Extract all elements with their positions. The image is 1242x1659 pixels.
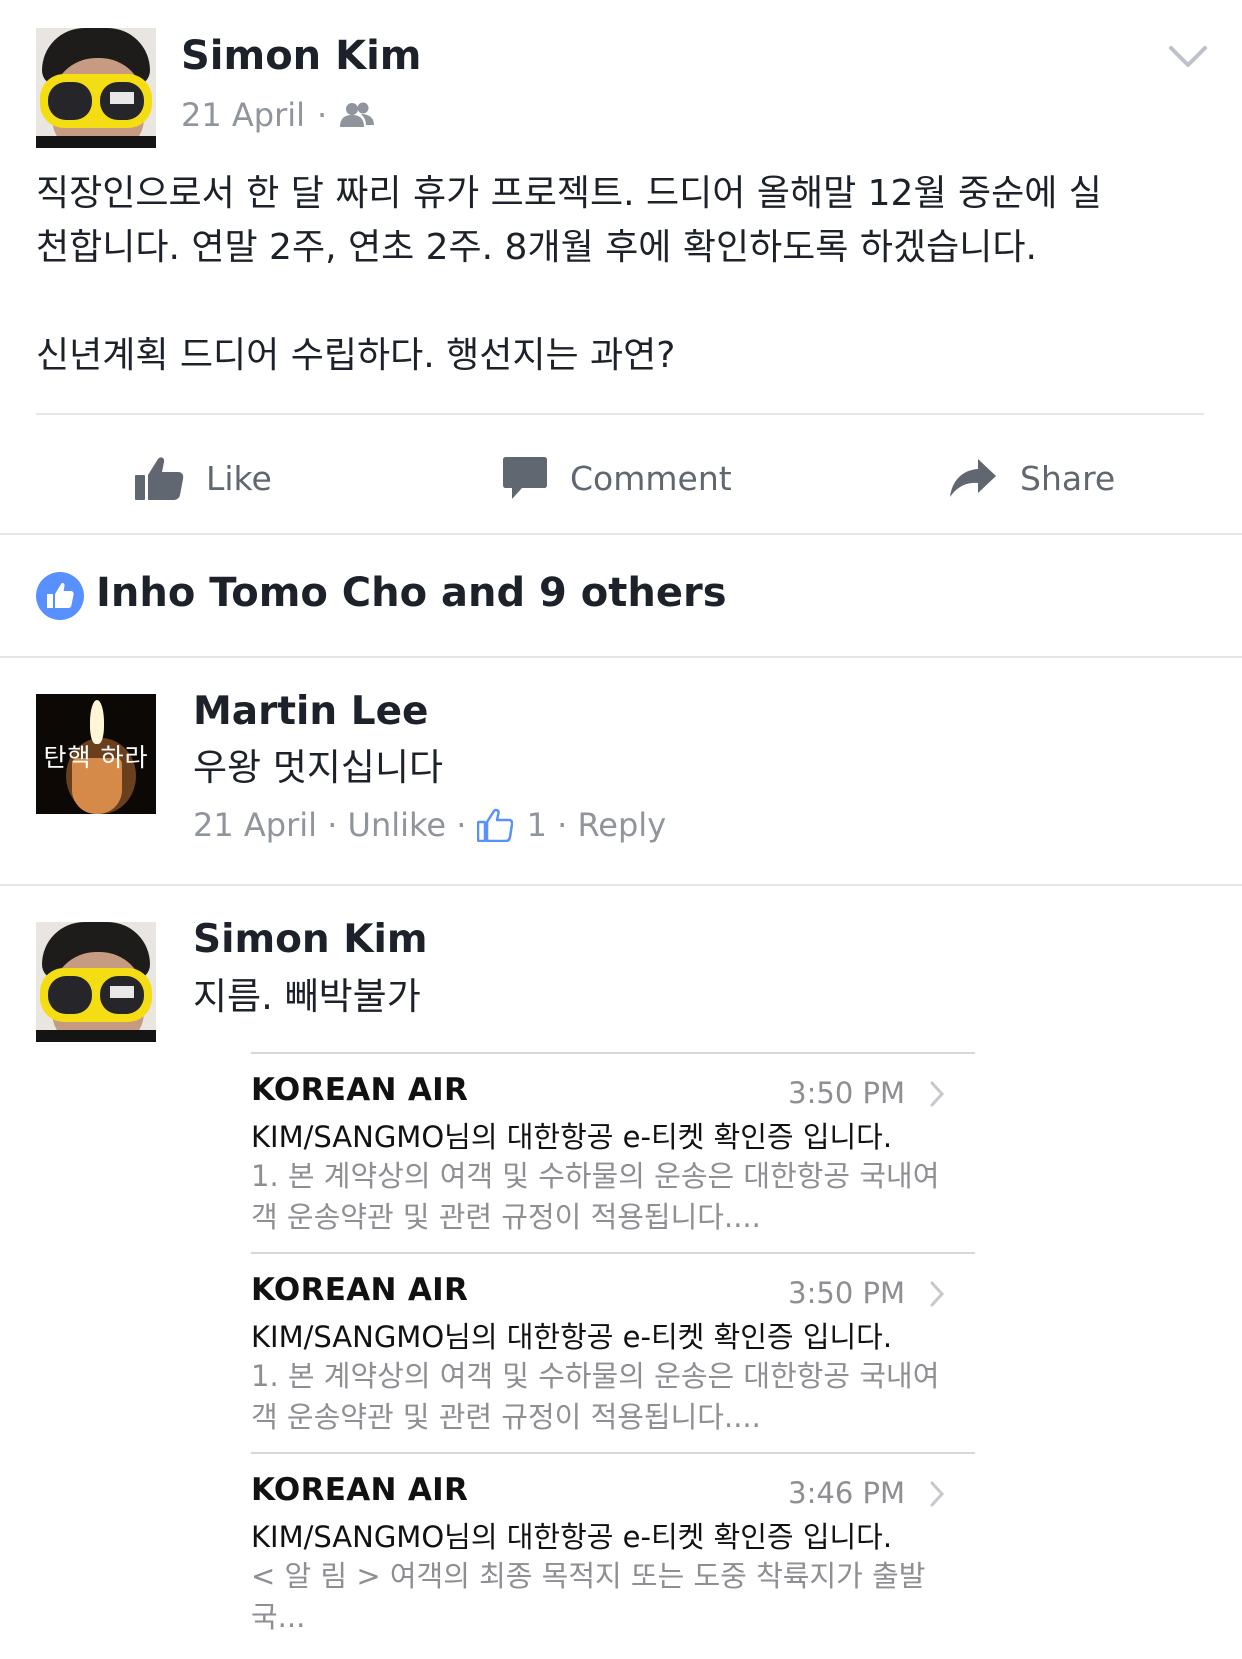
- like-label: Like: [206, 458, 272, 498]
- comment-like-count[interactable]: 1: [527, 806, 547, 844]
- mail-divider: [251, 1052, 975, 1054]
- friends-icon: [339, 101, 375, 129]
- mail-preview-line: 국...: [251, 1600, 306, 1634]
- divider: [0, 656, 1242, 658]
- mail-sender: KOREAN AIR: [251, 1472, 469, 1508]
- post-text-line-1: 직장인으로서 한 달 짜리 휴가 프로젝트. 드디어 올해말 12월 중순에 실: [36, 173, 1102, 214]
- comment-avatar[interactable]: 탄핵 하라: [36, 694, 156, 814]
- comment-meta: 21 April · Unlike · 1 · Reply: [193, 806, 666, 844]
- mail-preview: 1. 본 계약상의 여객 및 수하물의 운송은 대한항공 국내여 객 운송약관 …: [251, 1356, 941, 1438]
- mail-preview-line: < 알 림 > 여객의 최종 목적지 또는 도중 착륙지가 출발: [251, 1559, 926, 1593]
- chevron-right-icon: [929, 1480, 945, 1512]
- comment-author[interactable]: Martin Lee: [193, 689, 428, 734]
- mail-preview-line: 객 운송약관 및 관련 규정이 적용됩니다....: [251, 1200, 761, 1234]
- comment-label: Comment: [570, 458, 732, 498]
- divider: [0, 884, 1242, 886]
- mail-time: 3:46 PM: [788, 1476, 905, 1510]
- reply-link[interactable]: Reply: [578, 806, 667, 844]
- mail-item[interactable]: KOREAN AIR 3:46 PM KIM/SANGMO님의 대한항공 e-티…: [251, 1472, 975, 1652]
- avatar-caption: 탄핵 하라: [43, 743, 149, 772]
- meta-separator: ·: [317, 96, 328, 134]
- share-arrow-icon: [950, 459, 996, 497]
- meta-separator: ·: [317, 806, 348, 844]
- chevron-down-icon[interactable]: [1168, 44, 1208, 74]
- mail-sender: KOREAN AIR: [251, 1072, 469, 1108]
- chevron-right-icon: [929, 1080, 945, 1112]
- mail-item[interactable]: KOREAN AIR 3:50 PM KIM/SANGMO님의 대한항공 e-티…: [251, 1072, 975, 1234]
- comment-icon: [503, 457, 547, 499]
- post-meta: 21 April ·: [181, 96, 375, 134]
- comment-like-icon: [476, 808, 513, 842]
- comment-author[interactable]: Simon Kim: [193, 917, 427, 962]
- mail-divider: [251, 1252, 975, 1254]
- divider: [0, 533, 1242, 535]
- comment-date[interactable]: 21 April: [193, 806, 317, 844]
- mail-preview-line: 1. 본 계약상의 여객 및 수하물의 운송은 대한항공 국내여: [251, 1359, 940, 1393]
- chevron-right-icon: [929, 1280, 945, 1312]
- comment-button[interactable]: Comment: [502, 448, 732, 508]
- post-date[interactable]: 21 April: [181, 96, 305, 134]
- mail-subject: KIM/SANGMO님의 대한항공 e-티켓 확인증 입니다.: [251, 1320, 893, 1354]
- mail-preview-line: 객 운송약관 및 관련 규정이 적용됩니다....: [251, 1400, 761, 1434]
- post-author-avatar[interactable]: [36, 28, 156, 148]
- comment-text: 지름. 빼박불가: [193, 975, 421, 1018]
- likes-summary[interactable]: Inho Tomo Cho and 9 others: [96, 570, 727, 616]
- mail-preview: 1. 본 계약상의 여객 및 수하물의 운송은 대한항공 국내여 객 운송약관 …: [251, 1156, 941, 1238]
- mail-time: 3:50 PM: [788, 1076, 905, 1110]
- share-label: Share: [1020, 458, 1116, 498]
- mail-preview-line: 1. 본 계약상의 여객 및 수하물의 운송은 대한항공 국내여: [251, 1159, 940, 1193]
- thumbs-up-icon: [135, 457, 184, 500]
- mail-subject: KIM/SANGMO님의 대한항공 e-티켓 확인증 입니다.: [251, 1520, 893, 1554]
- mail-subject: KIM/SANGMO님의 대한항공 e-티켓 확인증 입니다.: [251, 1120, 893, 1154]
- post-author-name[interactable]: Simon Kim: [181, 33, 421, 79]
- comment-avatar[interactable]: [36, 922, 156, 1042]
- share-button[interactable]: Share: [948, 448, 1115, 508]
- comment-text: 우왕 멋지십니다: [193, 746, 444, 789]
- meta-separator: ·: [446, 806, 477, 844]
- post-text-line-2: 천합니다. 연말 2주, 연초 2주. 8개월 후에 확인하도록 하겠습니다.: [36, 227, 1037, 268]
- mail-sender: KOREAN AIR: [251, 1272, 469, 1308]
- mail-time: 3:50 PM: [788, 1276, 905, 1310]
- post-text-line-3: 신년계획 드디어 수립하다. 행선지는 과연?: [36, 335, 676, 376]
- like-badge-icon: [36, 572, 84, 624]
- like-button[interactable]: Like: [134, 448, 272, 508]
- mail-item[interactable]: KOREAN AIR 3:50 PM KIM/SANGMO님의 대한항공 e-티…: [251, 1272, 975, 1434]
- mail-divider: [251, 1452, 975, 1454]
- divider: [36, 413, 1204, 415]
- unlike-link[interactable]: Unlike: [348, 806, 447, 844]
- mail-preview: < 알 림 > 여객의 최종 목적지 또는 도중 착륙지가 출발 국...: [251, 1556, 941, 1638]
- meta-separator: ·: [546, 806, 578, 844]
